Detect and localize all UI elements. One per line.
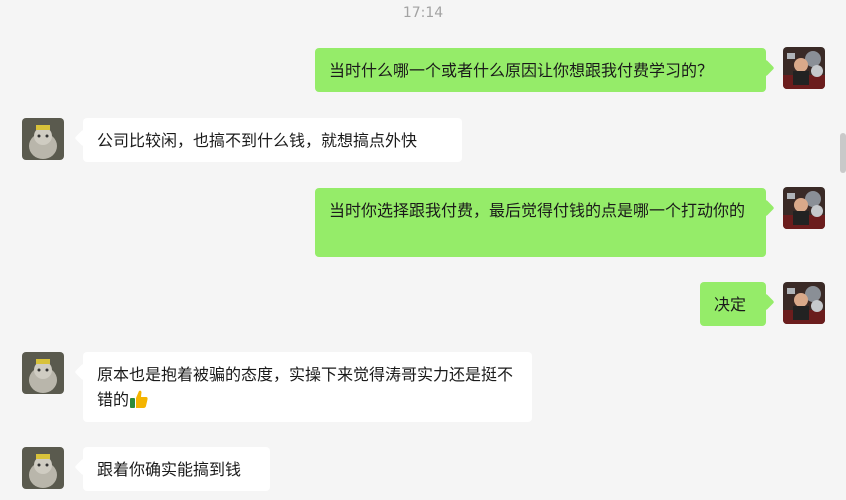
cat-avatar[interactable] <box>22 352 64 394</box>
message-bubble-self[interactable]: 当时什么哪一个或者什么原因让你想跟我付费学习的？ <box>315 48 766 92</box>
message-text: 跟着你确实能搞到钱 <box>97 460 242 479</box>
message-text: 当时什么哪一个或者什么原因让你想跟我付费学习的？ <box>329 61 714 80</box>
user-self-avatar[interactable] <box>783 187 825 229</box>
user-self-avatar[interactable] <box>783 282 825 324</box>
user-self-avatar[interactable] <box>783 47 825 89</box>
message-bubble-self[interactable]: 决定 <box>700 282 766 326</box>
message-bubble-self[interactable]: 当时你选择跟我付费，最后觉得付钱的点是哪一个打动你的 <box>315 188 766 257</box>
message-bubble-other[interactable]: 原本也是抱着被骗的态度，实操下来觉得涛哥实力还是挺不错的 <box>83 352 532 422</box>
message-bubble-other[interactable]: 跟着你确实能搞到钱 <box>83 447 270 491</box>
message-text: 当时你选择跟我付费，最后觉得付钱的点是哪一个打动你的 <box>329 201 746 220</box>
message-text: 决定 <box>714 295 747 314</box>
thumbs-up-icon <box>129 389 149 409</box>
message-bubble-other[interactable]: 公司比较闲，也搞不到什么钱，就想搞点外快 <box>83 118 462 162</box>
scrollbar[interactable] <box>840 133 846 173</box>
cat-avatar[interactable] <box>22 118 64 160</box>
message-timestamp: 17:14 <box>402 5 444 21</box>
message-text: 公司比较闲，也搞不到什么钱，就想搞点外快 <box>97 131 418 150</box>
message-text: 原本也是抱着被骗的态度，实操下来觉得涛哥实力还是挺不错的 <box>97 365 514 409</box>
cat-avatar[interactable] <box>22 447 64 489</box>
